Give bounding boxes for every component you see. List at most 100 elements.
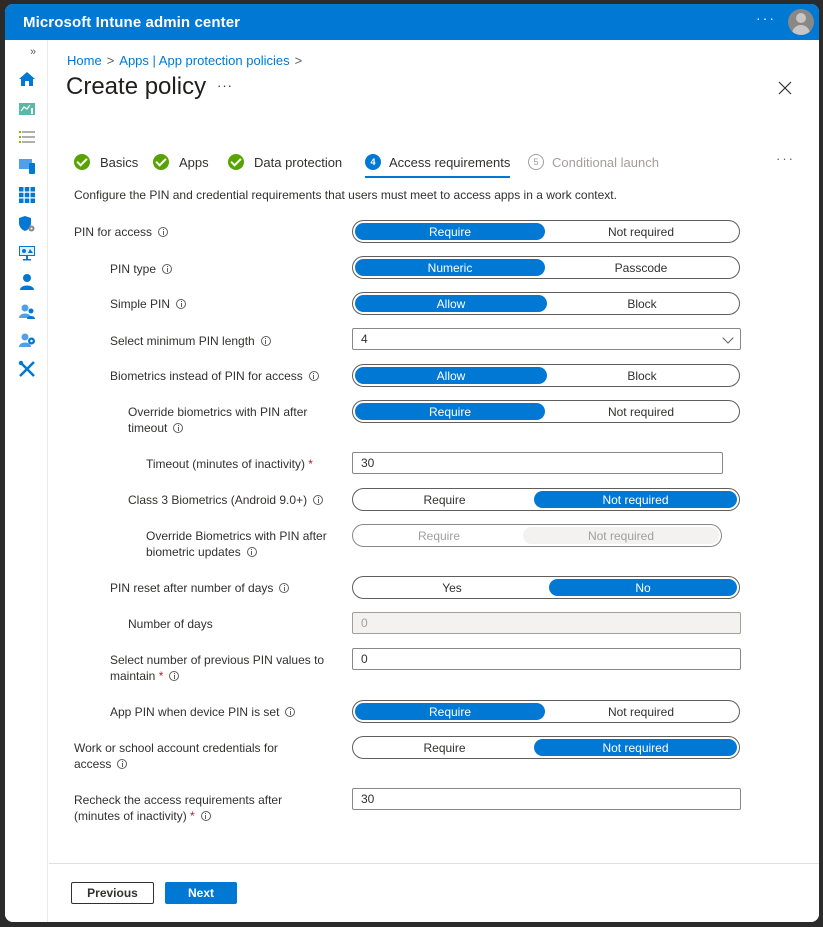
info-icon[interactable]	[285, 707, 296, 717]
devices-icon[interactable]	[18, 157, 36, 175]
app-pin-device-pin-label: App PIN when device PIN is set	[110, 704, 296, 720]
info-icon[interactable]	[246, 547, 257, 557]
previous-pin-values-label: Select number of previous PIN values to m…	[110, 653, 325, 683]
users-icon[interactable]	[18, 273, 36, 291]
number-of-days-label: Number of days	[128, 617, 213, 631]
option-not-required[interactable]: Not required	[545, 223, 737, 240]
more-icon[interactable]: ···	[756, 10, 776, 26]
tab-access-requirements[interactable]: 4 Access requirements	[365, 148, 511, 178]
next-button[interactable]: Next	[165, 882, 237, 904]
tenant-admin-icon[interactable]	[18, 331, 36, 349]
info-icon[interactable]	[176, 299, 187, 309]
pin-for-access-label: PIN for access	[74, 224, 169, 240]
breadcrumb-home[interactable]: Home	[67, 53, 102, 68]
option-not-required[interactable]: Not required	[545, 403, 737, 420]
breadcrumb-app-protection[interactable]: Apps | App protection policies	[119, 53, 289, 68]
option-not-required[interactable]: Not required	[534, 491, 737, 508]
biometrics-label: Biometrics instead of PIN for access	[110, 368, 319, 384]
option-require[interactable]: Require	[355, 403, 545, 420]
title-bar: Microsoft Intune admin center ···	[5, 4, 819, 40]
option-not-required[interactable]: Not required	[534, 739, 737, 756]
option-no[interactable]: No	[549, 579, 737, 596]
tab-conditional-launch[interactable]: 5 Conditional launch	[528, 148, 659, 176]
pin-reset-toggle[interactable]: Yes No	[352, 576, 740, 599]
number-of-days-input: 0	[352, 612, 741, 634]
info-icon[interactable]	[117, 759, 128, 769]
pin-type-label: PIN type	[110, 261, 173, 277]
app-window: Microsoft Intune admin center ··· » Home…	[5, 4, 819, 922]
close-icon[interactable]	[777, 80, 793, 96]
recheck-label: Recheck the access requirements after (mi…	[74, 793, 283, 823]
override-biometric-updates-label: Override Biometrics with PIN after biomet…	[146, 529, 327, 559]
steps-more-icon[interactable]: ···	[776, 151, 795, 166]
required-mark: *	[308, 457, 313, 471]
option-not-required[interactable]: Not required	[545, 703, 737, 720]
option-require[interactable]: Require	[355, 491, 534, 508]
groups-icon[interactable]	[18, 302, 36, 320]
override-biometrics-toggle[interactable]: Require Not required	[352, 400, 740, 423]
pin-for-access-toggle[interactable]: Require Not required	[352, 220, 740, 243]
pin-reset-label: PIN reset after number of days	[110, 580, 290, 596]
chevron-down-icon	[722, 332, 734, 344]
step-number-badge: 5	[528, 154, 544, 170]
tab-data-protection[interactable]: Data protection	[228, 148, 342, 176]
info-icon[interactable]	[200, 811, 211, 821]
avatar[interactable]	[788, 9, 814, 35]
biometrics-toggle[interactable]: Allow Block	[352, 364, 740, 387]
troubleshooting-icon[interactable]	[18, 360, 36, 378]
override-biometrics-label: Override biometrics with PIN after timeou…	[128, 405, 308, 435]
app-pin-device-pin-toggle[interactable]: Require Not required	[352, 700, 740, 723]
previous-button[interactable]: Previous	[71, 882, 154, 904]
tab-apps[interactable]: Apps	[153, 148, 209, 176]
timeout-input[interactable]: 30	[352, 452, 723, 474]
info-icon[interactable]	[260, 336, 271, 346]
info-icon[interactable]	[313, 495, 324, 505]
more-options-icon[interactable]: ···	[217, 78, 233, 93]
option-block[interactable]: Block	[547, 295, 737, 312]
step-label: Apps	[179, 154, 209, 170]
work-credentials-toggle[interactable]: Require Not required	[352, 736, 740, 759]
checkmark-icon	[153, 154, 169, 170]
step-label: Access requirements	[389, 154, 511, 170]
main-content: Home > Apps | App protection policies > Cre…	[49, 40, 819, 922]
work-credentials-label: Work or school account credentials for ac…	[74, 741, 278, 771]
pin-type-toggle[interactable]: Numeric Passcode	[352, 256, 740, 279]
required-mark: *	[158, 669, 164, 683]
info-icon[interactable]	[173, 423, 184, 433]
class3-biometrics-toggle[interactable]: Require Not required	[352, 488, 740, 511]
step-label: Basics	[100, 154, 139, 170]
option-not-required: Not required	[523, 527, 719, 544]
breadcrumb-separator: >	[106, 53, 115, 68]
option-block[interactable]: Block	[547, 367, 737, 384]
apps-icon[interactable]	[18, 186, 36, 204]
simple-pin-label: Simple PIN	[110, 296, 187, 312]
app-title[interactable]: Microsoft Intune admin center	[23, 14, 240, 31]
option-require[interactable]: Require	[355, 739, 534, 756]
endpoint-security-icon[interactable]	[18, 215, 36, 233]
page-title: Create policy	[66, 73, 207, 100]
option-numeric[interactable]: Numeric	[355, 259, 545, 276]
tab-basics[interactable]: Basics	[74, 148, 138, 176]
option-allow[interactable]: Allow	[355, 295, 547, 312]
info-icon[interactable]	[308, 371, 319, 381]
option-require[interactable]: Require	[355, 223, 545, 240]
timeout-label: Timeout (minutes of inactivity) *	[146, 457, 313, 471]
info-icon[interactable]	[169, 671, 180, 681]
min-pin-length-dropdown[interactable]: 4	[352, 328, 741, 350]
simple-pin-toggle[interactable]: Allow Block	[352, 292, 740, 315]
previous-pin-values-input[interactable]: 0	[352, 648, 741, 670]
info-icon[interactable]	[162, 264, 173, 274]
info-icon[interactable]	[279, 583, 290, 593]
info-icon[interactable]	[158, 227, 169, 237]
dashboard-icon[interactable]	[18, 100, 36, 118]
option-require[interactable]: Require	[355, 703, 545, 720]
recheck-input[interactable]: 30	[352, 788, 741, 810]
step-label: Conditional launch	[552, 154, 659, 170]
all-services-icon[interactable]	[18, 128, 36, 146]
reports-icon[interactable]	[18, 244, 36, 262]
option-passcode[interactable]: Passcode	[545, 259, 737, 276]
option-allow[interactable]: Allow	[355, 367, 547, 384]
option-yes[interactable]: Yes	[355, 579, 549, 596]
home-icon[interactable]	[18, 70, 36, 88]
expand-nav-icon[interactable]: »	[30, 46, 36, 58]
